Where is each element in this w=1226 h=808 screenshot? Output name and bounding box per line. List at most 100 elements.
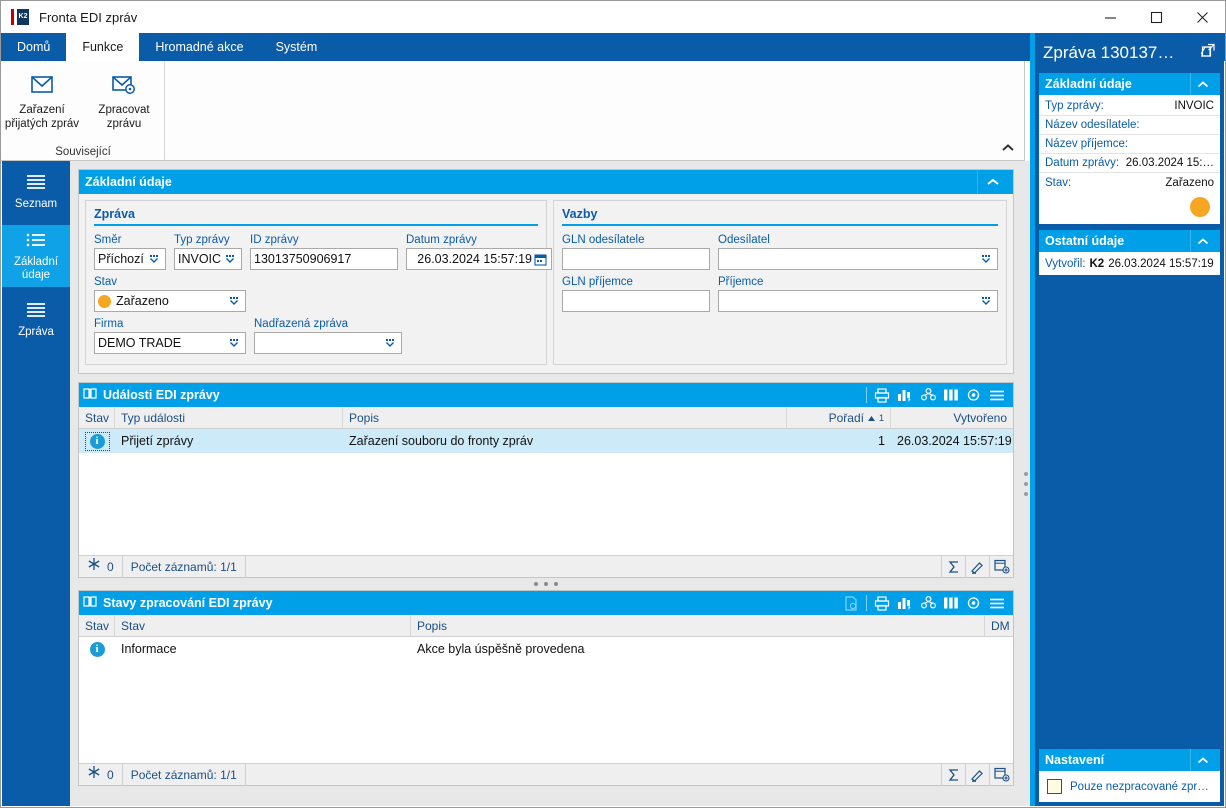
chevron-up-icon[interactable] bbox=[1190, 230, 1214, 252]
maximize-icon[interactable] bbox=[1133, 1, 1179, 33]
column-header-dm[interactable]: DM bbox=[985, 615, 1013, 637]
edit-icon[interactable] bbox=[965, 763, 989, 786]
menu-icon[interactable] bbox=[987, 592, 1007, 614]
column-header-stav[interactable]: Stav bbox=[79, 406, 115, 429]
group-tree-icon[interactable] bbox=[918, 592, 938, 614]
calendar-icon[interactable] bbox=[532, 253, 548, 266]
sidebar-item-seznam[interactable]: Seznam bbox=[2, 161, 70, 223]
gear-icon[interactable] bbox=[964, 592, 984, 614]
right-panel-title-bar: Zpráva 130137… bbox=[1035, 33, 1224, 73]
chart-icon[interactable] bbox=[895, 384, 915, 406]
column-header-popis[interactable]: Popis bbox=[411, 614, 985, 637]
odesilatel-combo[interactable] bbox=[718, 248, 998, 270]
zpracovat-zpravu-button[interactable]: Zpracovat zprávu bbox=[86, 69, 162, 131]
chevron-down-icon[interactable] bbox=[146, 253, 162, 265]
column-header-vytvoreno[interactable]: Vytvořeno bbox=[891, 407, 1013, 429]
filter-indicator[interactable]: 0 bbox=[79, 763, 123, 786]
zpracovat-label-line1: Zpracovat bbox=[98, 104, 150, 116]
sidebar-item-zakladni-udaje[interactable]: Základní údaje bbox=[2, 225, 70, 287]
mail-settings-icon bbox=[86, 69, 162, 103]
datum-zpravy-input[interactable]: 26.03.2024 15:57:19 bbox=[406, 248, 552, 270]
table-row[interactable]: i Přijetí zprávy Zařazení souboru do fro… bbox=[79, 429, 1013, 453]
field-datum-zpravy: Datum zprávy 26.03.2024 15:57:19 bbox=[406, 234, 552, 270]
chevron-up-icon[interactable] bbox=[1190, 73, 1214, 95]
column-header-typ-udalosti[interactable]: Typ události bbox=[115, 406, 343, 429]
sidebar-label-udaje: údaje bbox=[21, 268, 51, 281]
smer-combo[interactable]: Příchozí bbox=[94, 248, 166, 270]
horizontal-splitter[interactable] bbox=[78, 578, 1014, 590]
sum-icon[interactable] bbox=[941, 555, 965, 578]
column-header-popis[interactable]: Popis bbox=[343, 406, 787, 429]
gear-icon[interactable] bbox=[964, 384, 984, 406]
sidebar-item-zprava[interactable]: Zpráva bbox=[2, 289, 70, 351]
datum-zpravy-value: 26.03.2024 15:57:19 bbox=[417, 252, 532, 266]
chevron-up-icon[interactable] bbox=[1190, 749, 1214, 771]
columns-icon[interactable] bbox=[941, 592, 961, 614]
message-group-title: Zpráva bbox=[94, 207, 538, 226]
id-zpravy-label: ID zprávy bbox=[250, 234, 299, 246]
typ-zpravy-value: INVOIC bbox=[178, 252, 222, 266]
add-record-icon[interactable] bbox=[989, 555, 1013, 578]
firma-value: DEMO TRADE bbox=[98, 336, 182, 350]
chevron-down-icon[interactable] bbox=[382, 337, 398, 349]
row-popis: Akce byla úspěšně provedena bbox=[417, 642, 585, 656]
chevron-up-icon[interactable] bbox=[1000, 142, 1016, 156]
print-icon[interactable] bbox=[872, 384, 892, 406]
checkbox-input[interactable] bbox=[1047, 779, 1062, 794]
column-header-poradi[interactable]: Pořadí 1 bbox=[787, 406, 891, 429]
chart-icon[interactable] bbox=[895, 592, 915, 614]
id-zpravy-input[interactable]: 13013750906917 bbox=[250, 248, 398, 270]
add-record-icon[interactable] bbox=[989, 763, 1013, 786]
stav-combo[interactable]: Zařazeno bbox=[94, 290, 246, 312]
minimize-icon[interactable] bbox=[1087, 1, 1133, 33]
column-header-stav[interactable]: Stav bbox=[115, 614, 411, 637]
gln-prijemce-input[interactable] bbox=[562, 290, 710, 312]
menu-icon[interactable] bbox=[987, 384, 1007, 406]
chevron-down-icon[interactable] bbox=[222, 253, 238, 265]
toolbar-separator bbox=[866, 387, 867, 403]
filter-count: 0 bbox=[107, 559, 114, 574]
group-tree-icon[interactable] bbox=[918, 384, 938, 406]
right-section-header[interactable]: Ostatní údaje bbox=[1039, 230, 1220, 252]
table-row[interactable]: i Informace Akce byla úspěšně provedena bbox=[79, 637, 1013, 661]
ribbon-tab-hromadne-akce[interactable]: Hromadné akce bbox=[139, 33, 259, 61]
close-icon[interactable] bbox=[1179, 1, 1225, 33]
sum-icon[interactable] bbox=[941, 763, 965, 786]
firma-combo[interactable]: DEMO TRADE bbox=[94, 332, 246, 354]
setting-pouze-nezpracovane[interactable]: Pouze nezpracované zpr… bbox=[1039, 773, 1220, 800]
row-status-cell: i bbox=[79, 637, 115, 661]
nadrazena-zprava-label: Nadřazená zpráva bbox=[254, 318, 348, 330]
typ-zpravy-combo[interactable]: INVOIC bbox=[174, 248, 242, 270]
cell-focus-frame: i bbox=[84, 431, 110, 451]
print-icon[interactable] bbox=[872, 592, 892, 614]
chevron-down-icon[interactable] bbox=[226, 295, 242, 307]
states-grid-header: Stavy zpracování EDI zprávy bbox=[79, 591, 1013, 615]
detail-row-datum-zpravy: Datum zprávy: 26.03.2024 15:… bbox=[1039, 154, 1220, 173]
zarazeni-prijatych-zprav-button[interactable]: Zařazení přijatých zpráv bbox=[4, 69, 80, 131]
ribbon-tab-funkce[interactable]: Funkce bbox=[66, 33, 140, 61]
prijemce-combo[interactable] bbox=[718, 290, 998, 312]
splitter-dot bbox=[1024, 481, 1028, 486]
info-icon: i bbox=[89, 433, 105, 449]
edit-icon[interactable] bbox=[965, 555, 989, 578]
right-section-header[interactable]: Základní údaje bbox=[1039, 73, 1220, 95]
chevron-up-icon[interactable] bbox=[977, 170, 1007, 194]
external-link-icon[interactable] bbox=[1198, 43, 1216, 63]
ribbon-tab-domu[interactable]: Domů bbox=[1, 33, 66, 61]
ribbon-tab-system[interactable]: Systém bbox=[260, 33, 334, 61]
columns-icon[interactable] bbox=[941, 384, 961, 406]
filter-indicator[interactable]: 0 bbox=[79, 555, 123, 578]
snowflake-icon bbox=[87, 556, 101, 578]
gln-odesilatele-input[interactable] bbox=[562, 248, 710, 270]
application-window: K2 Fronta EDI zpráv Domů Funkce Hromadné… bbox=[0, 0, 1226, 808]
vertical-splitter[interactable] bbox=[1022, 161, 1030, 806]
chevron-down-icon[interactable] bbox=[978, 253, 994, 265]
chevron-down-icon[interactable] bbox=[226, 337, 242, 349]
chevron-down-icon[interactable] bbox=[978, 295, 994, 307]
detail-status-indicator bbox=[1039, 192, 1220, 222]
column-header-stav-icon[interactable]: Stav bbox=[79, 614, 115, 637]
field-stav: Stav Zařazeno bbox=[94, 276, 246, 312]
right-section-header[interactable]: Nastavení bbox=[1039, 749, 1220, 771]
preview-icon[interactable] bbox=[841, 592, 861, 614]
nadrazena-zprava-combo[interactable] bbox=[254, 332, 402, 354]
